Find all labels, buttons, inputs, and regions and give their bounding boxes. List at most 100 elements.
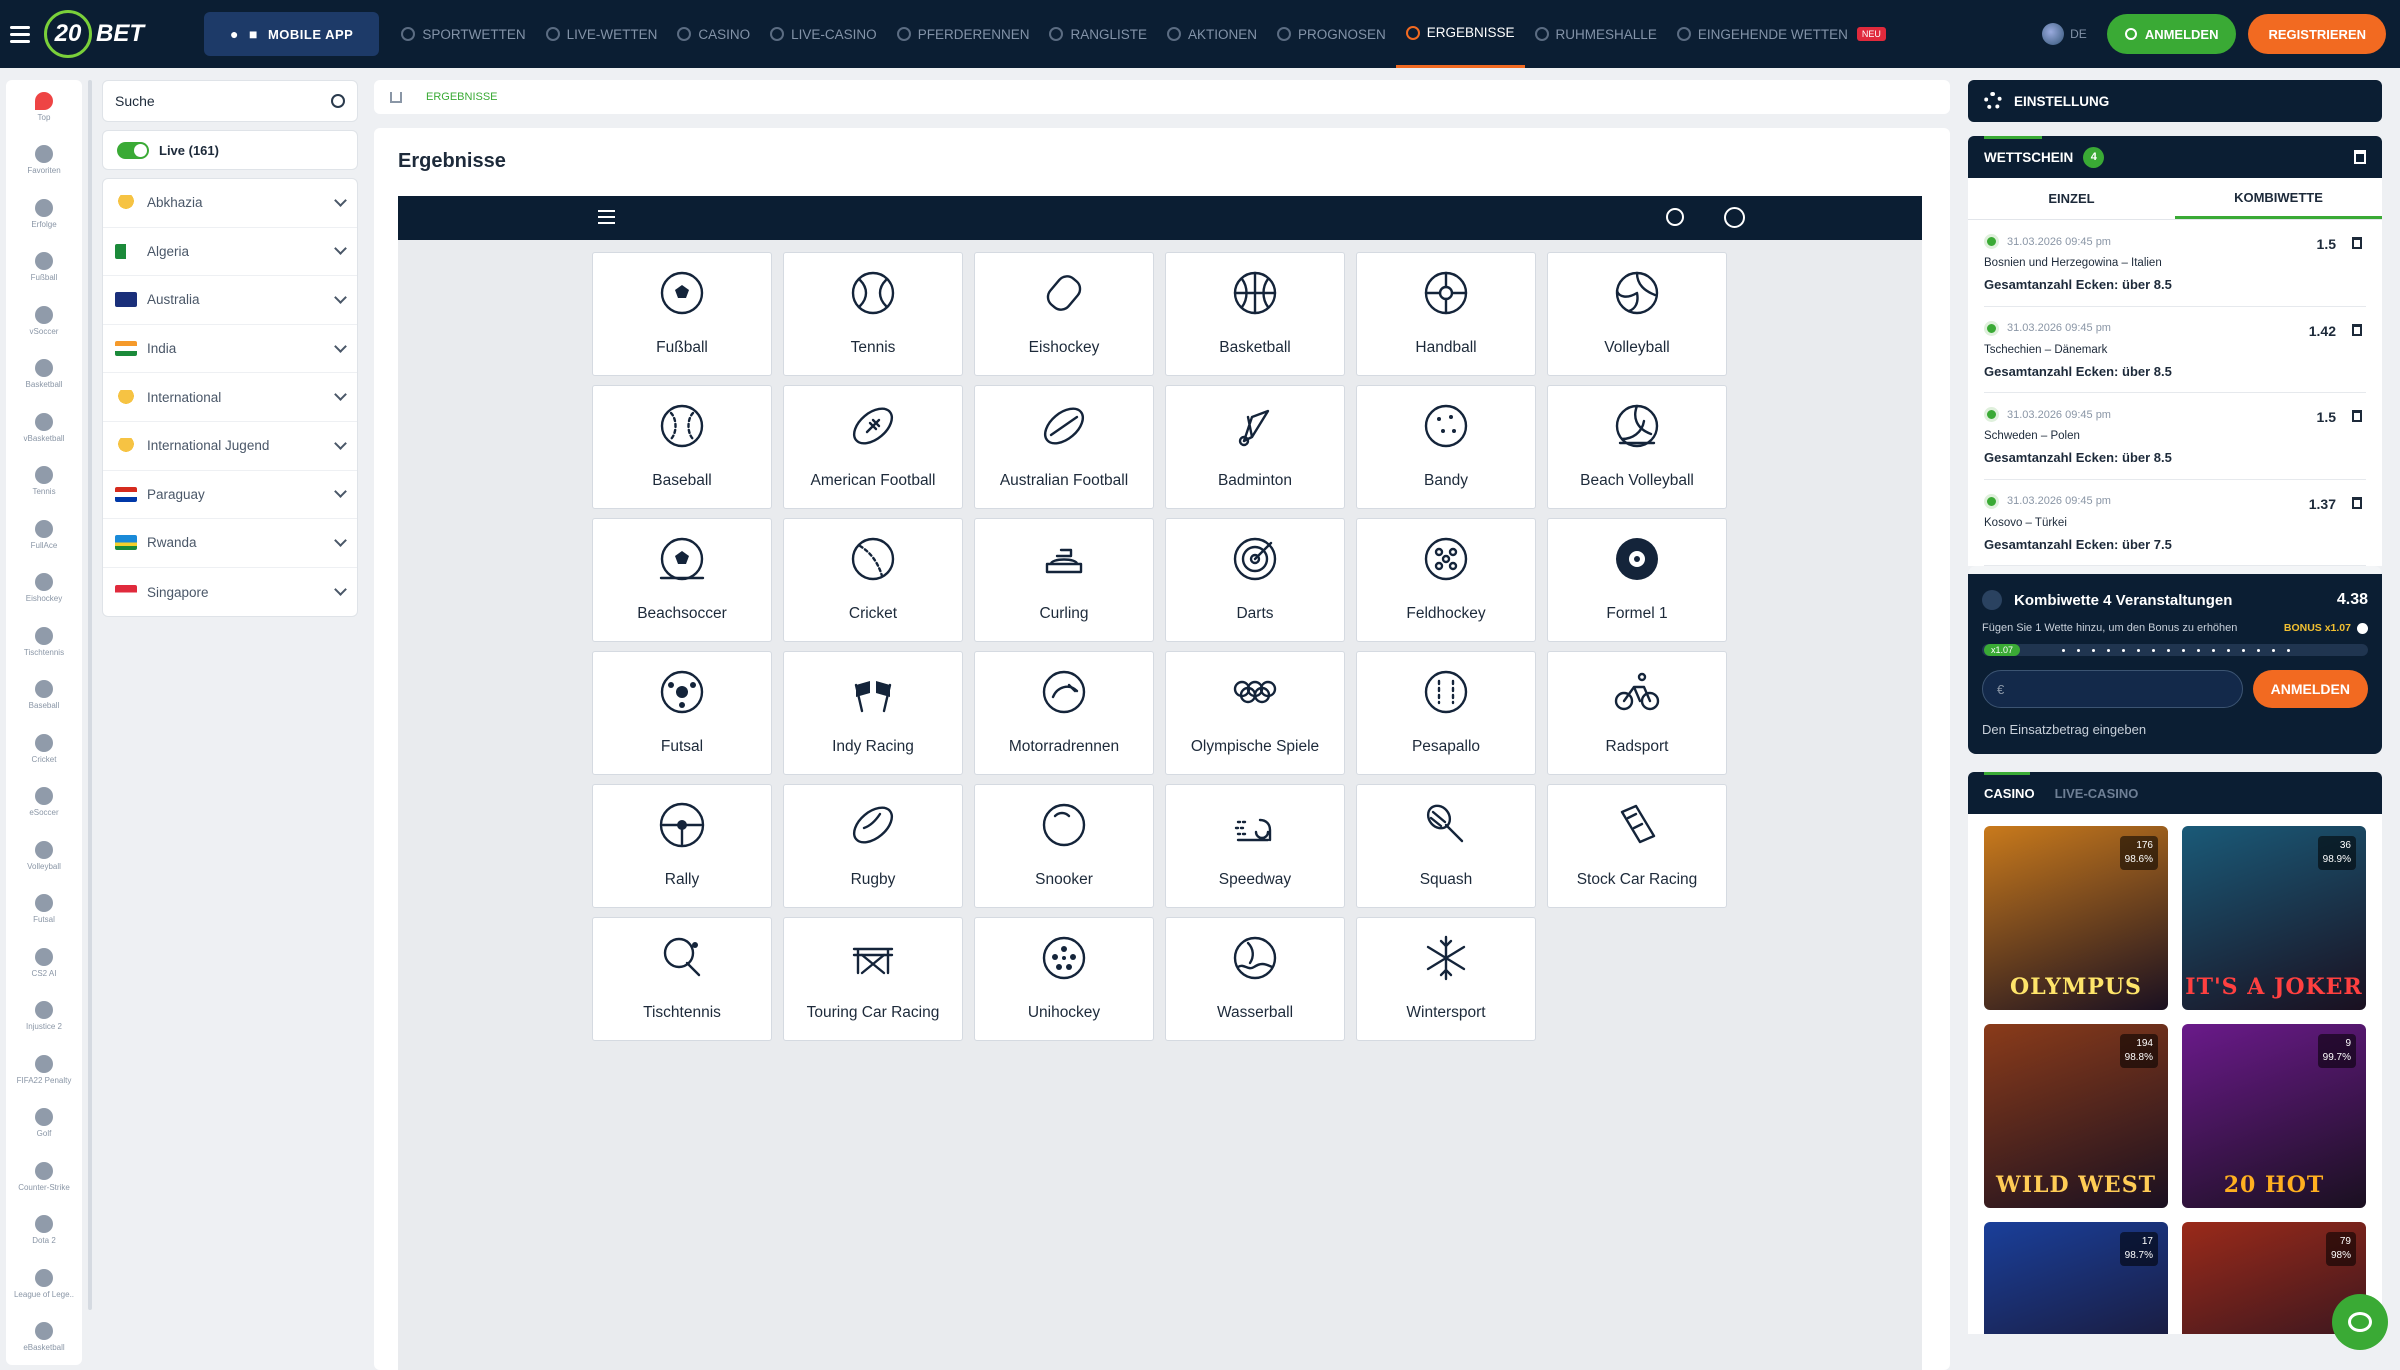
nav-item-rangliste[interactable]: RANGLISTE — [1039, 0, 1157, 68]
country-item[interactable]: Abkhazia — [103, 179, 357, 228]
hamburger-menu-icon[interactable] — [10, 25, 30, 43]
nav-item-ergebnisse[interactable]: ERGEBNISSE — [1395, 0, 1525, 68]
sport-tile-indy-racing[interactable]: Indy Racing — [783, 651, 963, 775]
settings-button[interactable]: EINSTELLUNG — [1968, 80, 2382, 122]
sport-tile-badminton[interactable]: Badminton — [1165, 385, 1345, 509]
rail-item[interactable]: eSoccer — [6, 776, 82, 830]
sport-tile-bandy[interactable]: Bandy — [1356, 385, 1536, 509]
rail-item[interactable]: Volleyball — [6, 829, 82, 883]
country-item[interactable]: India — [103, 325, 357, 374]
casino-game-tile[interactable]: 176 98.6% OLYMPUS — [1984, 826, 2168, 1010]
sport-tile-wasserball[interactable]: Wasserball — [1165, 917, 1345, 1041]
sport-tile-feldhockey[interactable]: Feldhockey — [1356, 518, 1536, 642]
rail-item[interactable]: vBasketball — [6, 401, 82, 455]
sport-tile-pesapallo[interactable]: Pesapallo — [1356, 651, 1536, 775]
sport-tile-fußball[interactable]: Fußball — [592, 252, 772, 376]
sport-tile-volleyball[interactable]: Volleyball — [1547, 252, 1727, 376]
sport-tile-beachsoccer[interactable]: Beachsoccer — [592, 518, 772, 642]
home-icon[interactable] — [390, 91, 402, 103]
rail-item[interactable]: vSoccer — [6, 294, 82, 348]
rail-item[interactable]: Cricket — [6, 722, 82, 776]
tab-single[interactable]: EINZEL — [1968, 178, 2175, 219]
tab-live-casino[interactable]: LIVE-CASINO — [2055, 786, 2139, 801]
nav-item-aktionen[interactable]: AKTIONEN — [1157, 0, 1267, 68]
brand-logo[interactable]: 20 BET — [44, 10, 144, 58]
globe-settings-icon[interactable] — [1724, 207, 1745, 228]
chevron-down-icon[interactable] — [334, 339, 347, 353]
nav-item-live-casino[interactable]: LIVE-CASINO — [760, 0, 887, 68]
sport-tile-basketball[interactable]: Basketball — [1165, 252, 1345, 376]
nav-item-ruhmeshalle[interactable]: RUHMESHALLE — [1525, 0, 1667, 68]
share-icon[interactable] — [1982, 590, 2002, 610]
sport-tile-olympische-spiele[interactable]: Olympische Spiele — [1165, 651, 1345, 775]
menu-icon[interactable] — [598, 210, 615, 224]
language-selector[interactable]: DE — [2042, 23, 2087, 45]
stake-input[interactable]: € — [1982, 670, 2243, 708]
rail-item[interactable]: FullAce — [6, 508, 82, 562]
rail-item[interactable]: League of Lege.. — [6, 1257, 82, 1311]
country-item[interactable]: Rwanda — [103, 519, 357, 568]
search-icon[interactable] — [331, 94, 345, 108]
casino-game-tile[interactable]: 36 98.9% IT'S A JOKER — [2182, 826, 2366, 1010]
sport-tile-darts[interactable]: Darts — [1165, 518, 1345, 642]
casino-game-tile[interactable]: 1798.7%ENERGY — [1984, 1222, 2168, 1334]
rail-scrollbar[interactable] — [88, 80, 92, 1310]
nav-item-sportwetten[interactable]: SPORTWETTEN — [391, 0, 535, 68]
sport-tile-tischtennis[interactable]: Tischtennis — [592, 917, 772, 1041]
sport-tile-formel-1[interactable]: Formel 1 — [1547, 518, 1727, 642]
rail-item[interactable]: Eishockey — [6, 562, 82, 616]
sport-tile-unihockey[interactable]: Unihockey — [974, 917, 1154, 1041]
trash-icon[interactable] — [2354, 150, 2366, 164]
rail-item[interactable]: Baseball — [6, 669, 82, 723]
rail-item[interactable]: CS2 AI — [6, 936, 82, 990]
rail-item[interactable]: Fußball — [6, 241, 82, 295]
rail-item[interactable]: Favoriten — [6, 134, 82, 188]
rail-item[interactable]: Golf — [6, 1097, 82, 1151]
info-icon[interactable] — [2357, 622, 2368, 634]
sport-tile-handball[interactable]: Handball — [1356, 252, 1536, 376]
rail-item[interactable]: Tischtennis — [6, 615, 82, 669]
sport-tile-speedway[interactable]: Speedway — [1165, 784, 1345, 908]
nav-item-prognosen[interactable]: PROGNOSEN — [1267, 0, 1396, 68]
search-icon[interactable] — [1666, 208, 1684, 226]
trash-icon[interactable] — [2352, 237, 2362, 249]
trash-icon[interactable] — [2352, 323, 2362, 336]
nav-item-pferderennen[interactable]: PFERDERENNEN — [887, 0, 1040, 68]
country-item[interactable]: Australia — [103, 276, 357, 325]
sport-tile-touring-car-racing[interactable]: Touring Car Racing — [783, 917, 963, 1041]
nav-item-eingehende wetten[interactable]: EINGEHENDE WETTEN NEU — [1667, 0, 1896, 68]
sport-tile-rugby[interactable]: Rugby — [783, 784, 963, 908]
trash-icon[interactable] — [2352, 410, 2362, 422]
sport-tile-american-football[interactable]: American Football — [783, 385, 963, 509]
chevron-down-icon[interactable] — [334, 436, 347, 450]
country-item[interactable]: International — [103, 373, 357, 422]
rail-item[interactable]: Injustice 2 — [6, 990, 82, 1044]
rail-item[interactable]: Top — [6, 80, 82, 134]
sport-tile-curling[interactable]: Curling — [974, 518, 1154, 642]
sport-tile-baseball[interactable]: Baseball — [592, 385, 772, 509]
rail-item[interactable]: eBasketball — [6, 1311, 82, 1365]
chevron-down-icon[interactable] — [334, 485, 347, 499]
place-bet-button[interactable]: ANMELDEN — [2252, 670, 2368, 708]
rail-item[interactable]: FIFA22 Penalty — [6, 1043, 82, 1097]
country-item[interactable]: Paraguay — [103, 471, 357, 520]
sport-tile-wintersport[interactable]: Wintersport — [1356, 917, 1536, 1041]
login-button[interactable]: ANMELDEN — [2106, 14, 2237, 54]
sport-tile-beach-volleyball[interactable]: Beach Volleyball — [1547, 385, 1727, 509]
sport-tile-eishockey[interactable]: Eishockey — [974, 252, 1154, 376]
mobile-app-button[interactable]: ● ■ MOBILE APP — [204, 12, 380, 56]
live-toggle[interactable] — [117, 141, 149, 159]
sport-tile-stock-car-racing[interactable]: Stock Car Racing — [1547, 784, 1727, 908]
sport-tile-tennis[interactable]: Tennis — [783, 252, 963, 376]
sport-tile-australian-football[interactable]: Australian Football — [974, 385, 1154, 509]
breadcrumb-current[interactable]: ERGEBNISSE — [426, 91, 498, 103]
rail-item[interactable]: Basketball — [6, 348, 82, 402]
casino-game-tile[interactable]: 194 98.8% WILD WEST — [1984, 1024, 2168, 1208]
rail-item[interactable]: Counter-Strike — [6, 1150, 82, 1204]
country-item[interactable]: International Jugend — [103, 422, 357, 471]
search-input[interactable]: Suche — [102, 80, 358, 122]
chevron-down-icon[interactable] — [334, 534, 347, 547]
casino-game-tile[interactable]: 9 99.7% 20 HOT — [2182, 1024, 2366, 1208]
trash-icon[interactable] — [2352, 496, 2362, 509]
country-item[interactable]: Singapore — [103, 568, 357, 617]
